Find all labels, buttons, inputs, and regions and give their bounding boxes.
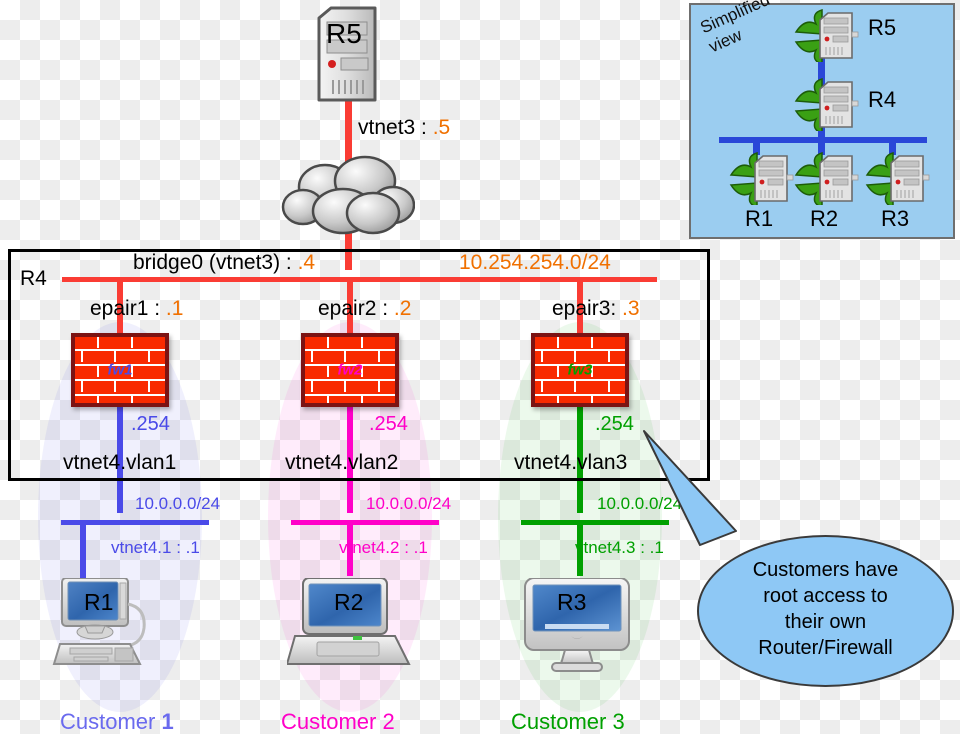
firewall-fw1[interactable]: fw1 bbox=[71, 333, 169, 407]
lan-subnet-1: 10.0.0.0/24 bbox=[135, 494, 221, 513]
bridge0-label-value: .4 bbox=[297, 251, 316, 274]
lan-subnet-2: 10.0.0.0/24 bbox=[366, 494, 452, 513]
customer-label-1: Customer 1 bbox=[60, 711, 174, 733]
host-iface-2: vtnet4.2 : .1 bbox=[339, 538, 428, 557]
epair2-label-value: .2 bbox=[393, 297, 412, 320]
inset-server-icon-r5 bbox=[792, 8, 862, 67]
vlan3-label: vtnet4.vlan3 bbox=[514, 451, 628, 474]
inset-label-r2: R2 bbox=[810, 206, 839, 231]
host-label-r2: R2 bbox=[334, 589, 364, 615]
epair2-label: epair2 : .2 bbox=[318, 298, 411, 319]
vtnet3-label: vtnet3 : .5 bbox=[358, 117, 450, 138]
vlan2-label: vtnet4.vlan2 bbox=[285, 451, 399, 474]
gateway-1-label: .254 bbox=[131, 413, 170, 435]
vtnet3-label-value: .5 bbox=[432, 116, 451, 139]
epair1-label: epair1 : .1 bbox=[90, 298, 183, 319]
inset-label-r3: R3 bbox=[881, 206, 910, 231]
customer-label-1-text: Customer 1 bbox=[60, 709, 174, 734]
firewall-fw3-label: fw3 bbox=[567, 361, 593, 379]
callout-bubble: Customers have root access to their own … bbox=[643, 430, 954, 687]
host-drop-1 bbox=[80, 520, 86, 586]
callout-tail bbox=[643, 430, 737, 546]
callout-line-2: root access to bbox=[763, 585, 888, 607]
r4-box-label: R4 bbox=[20, 267, 47, 290]
epair3-label-text: epair3: bbox=[552, 297, 623, 320]
gateway-3-label: .254 bbox=[595, 413, 634, 435]
host-iface-1: vtnet4.1 : .1 bbox=[111, 538, 200, 557]
bridge-subnet-label: 10.254.254.0/24 bbox=[459, 251, 611, 274]
firewall-fw2-label: fw2 bbox=[337, 361, 363, 379]
callout-text: Customers have root access to their own … bbox=[697, 557, 954, 661]
gateway-2-label: .254 bbox=[369, 413, 408, 435]
inset-server-icon-r2 bbox=[792, 151, 862, 210]
r5-label: R5 bbox=[326, 18, 362, 49]
vlan1-label: vtnet4.vlan1 bbox=[63, 451, 177, 474]
inset-label-r5: R5 bbox=[868, 15, 897, 40]
epair1-label-text: epair1 : bbox=[90, 297, 166, 320]
customer-label-2: Customer 2 bbox=[281, 709, 395, 734]
bridge0-label: bridge0 (vtnet3) : .4 bbox=[133, 252, 315, 273]
firewall-fw2[interactable]: fw2 bbox=[301, 333, 399, 407]
customer-label-3: Customer 3 bbox=[511, 709, 625, 734]
inset-label-r4: R4 bbox=[868, 87, 897, 112]
callout-line-3: their own bbox=[784, 611, 867, 633]
lan-bus-2 bbox=[291, 520, 439, 525]
bridge0-label-text: bridge0 (vtnet3) : bbox=[133, 251, 298, 274]
epair1-label-value: .1 bbox=[165, 297, 184, 320]
inset-server-icon-r4 bbox=[792, 77, 862, 136]
simplified-view-panel: Simplified view R5 R4 R1 R2 R3 bbox=[689, 0, 955, 239]
cloud-icon bbox=[281, 153, 416, 242]
epair3-label-value: .3 bbox=[622, 297, 640, 320]
epair3-label: epair3: .3 bbox=[552, 298, 640, 319]
callout-line-4: Router/Firewall bbox=[758, 637, 893, 659]
epair2-label-text: epair2 : bbox=[318, 297, 394, 320]
firewall-fw1-label: fw1 bbox=[107, 361, 133, 379]
firewall-fw3[interactable]: fw3 bbox=[531, 333, 629, 407]
host-label-r1: R1 bbox=[84, 589, 114, 615]
vtnet3-label-text: vtnet3 : bbox=[358, 116, 433, 139]
inset-label-r1: R1 bbox=[745, 206, 774, 231]
inset-server-icon-r3 bbox=[863, 151, 933, 210]
host-label-r3: R3 bbox=[557, 589, 587, 615]
callout-line-1: Customers have bbox=[752, 559, 899, 581]
inset-server-icon-r1 bbox=[727, 151, 797, 210]
